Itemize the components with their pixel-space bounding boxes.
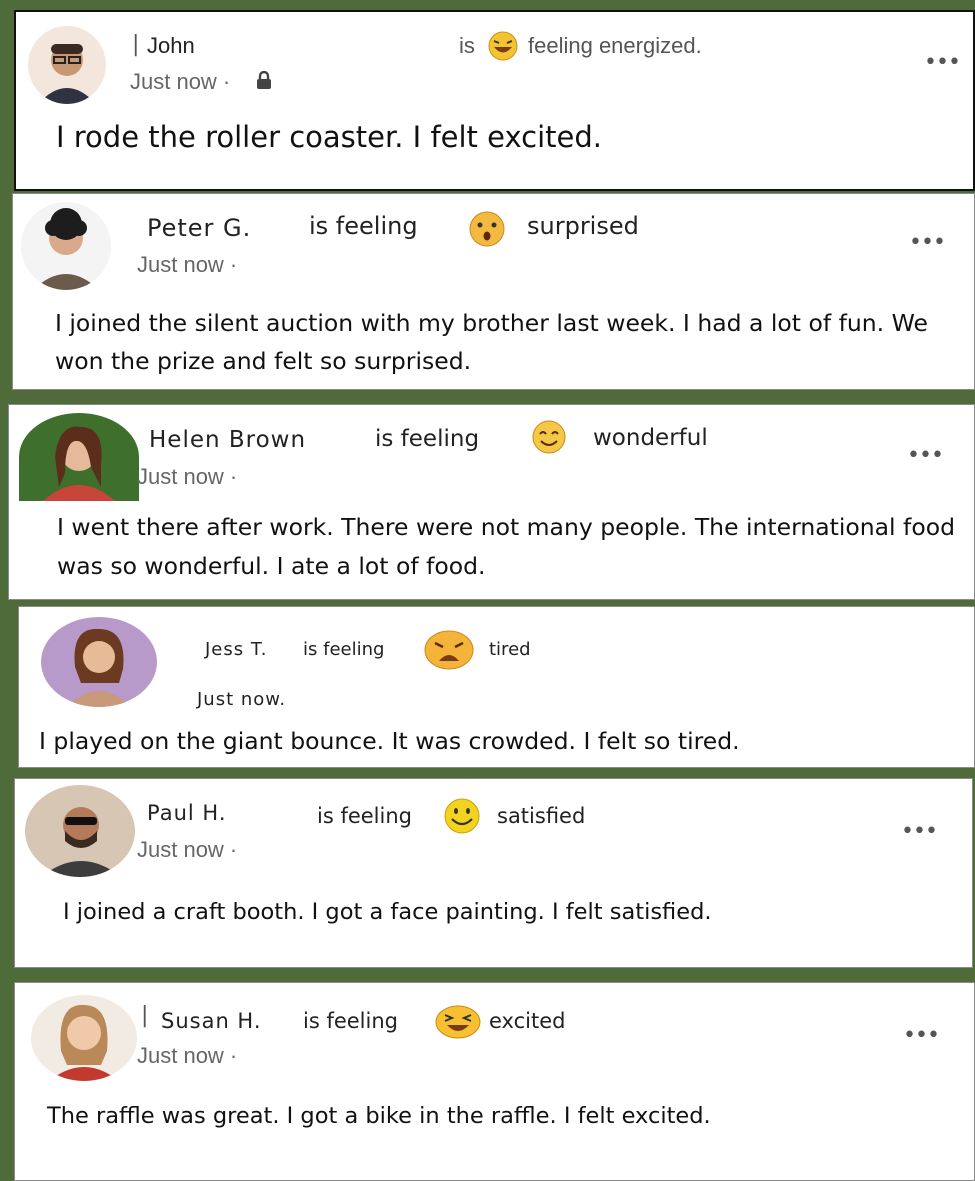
avatar[interactable]	[41, 617, 157, 707]
mood-text: surprised	[527, 212, 639, 240]
timestamp: Just now ·	[130, 69, 231, 94]
timestamp: Just now ·	[137, 1043, 238, 1068]
more-options-button[interactable]: •••	[924, 52, 961, 74]
author-name[interactable]: Paul H.	[147, 801, 227, 825]
satisfied-face-icon	[441, 797, 483, 835]
mood-text: tired	[489, 639, 531, 660]
mood-text: excited	[489, 1009, 566, 1033]
tired-face-icon	[423, 629, 475, 671]
lock-icon	[256, 70, 272, 93]
author-name[interactable]: Helen Brown	[149, 427, 306, 453]
avatar[interactable]	[21, 202, 111, 290]
feeling-prefix: is feeling	[303, 639, 385, 660]
post-text: The raffle was great. I got a bike in th…	[47, 1103, 711, 1129]
avatar[interactable]	[28, 26, 106, 104]
post-card: | John Just now · is feeling energized. …	[14, 10, 975, 191]
post-card: Peter G. Just now · is feeling surprised…	[12, 193, 975, 390]
avatar[interactable]	[31, 995, 137, 1081]
post-card: | Susan H. Just now · is feeling excited…	[14, 982, 975, 1181]
feeling-prefix: is feeling	[303, 1009, 398, 1033]
surprised-face-icon	[467, 210, 507, 248]
mood-text: satisfied	[497, 804, 586, 828]
author-name[interactable]: Peter G.	[147, 214, 251, 242]
post-text: I played on the giant bounce. It was cro…	[39, 727, 740, 755]
timestamp: Just now ·	[137, 837, 238, 862]
author-name[interactable]: Susan H.	[161, 1009, 262, 1033]
feeling-prefix: is feeling	[375, 426, 480, 452]
timestamp: Just now ·	[137, 252, 238, 277]
post-text: I joined the silent auction with my brot…	[55, 309, 928, 375]
mood-text: wonderful	[593, 425, 708, 451]
laughing-face-icon	[486, 30, 520, 62]
timestamp: Just now ·	[137, 464, 238, 489]
more-options-button[interactable]: •••	[901, 821, 938, 843]
feeling-prefix: is feeling	[309, 212, 418, 240]
divider: |	[141, 1003, 149, 1028]
mood-text: feeling energized.	[528, 33, 702, 58]
timestamp: Just now.	[197, 689, 287, 710]
more-options-button[interactable]: •••	[909, 232, 946, 254]
post-card: Paul H. Just now · is feeling satisfied …	[14, 778, 973, 968]
smiling-face-icon	[529, 419, 569, 455]
avatar[interactable]	[25, 785, 135, 877]
post-text: I went there after work. There were not …	[57, 513, 955, 580]
author-name[interactable]: Jess T.	[205, 639, 267, 660]
post-text: I rode the roller coaster. I felt excite…	[56, 120, 602, 154]
more-options-button[interactable]: •••	[903, 1025, 940, 1047]
feeling-prefix: is feeling	[317, 804, 412, 828]
post-card: Jess T. is feeling tired Just now. I pla…	[18, 606, 975, 768]
post-card: Helen Brown Just now · is feeling wonder…	[8, 404, 975, 600]
divider: |	[132, 32, 140, 57]
more-options-button[interactable]: •••	[907, 445, 944, 467]
excited-face-icon	[433, 1003, 483, 1041]
avatar[interactable]	[19, 413, 139, 501]
post-text: I joined a craft booth. I got a face pai…	[63, 899, 712, 925]
feeling-prefix: is	[459, 33, 475, 58]
author-name[interactable]: John	[147, 33, 195, 59]
